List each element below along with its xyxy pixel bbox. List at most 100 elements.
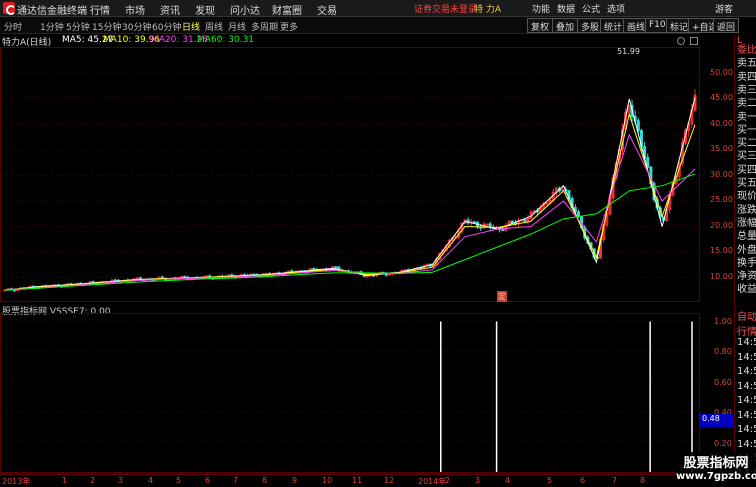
sidebar-time: 14:50 [737,380,756,392]
menu-function[interactable]: 功能 [532,2,550,15]
ma-line-ma5 [4,97,696,291]
y-tick-label: 35.00 [710,144,733,153]
candle-body [472,221,476,224]
sub-y-tick-label: 0.80 [714,347,732,357]
ma-line-ma10 [4,112,696,291]
period-5min[interactable]: 5分钟 [66,20,90,33]
y-tick-label: 50.00 [710,67,733,77]
candle-body [183,276,187,279]
y-tick-label: 15.00 [710,246,733,255]
adjust-button[interactable]: 复权 [527,18,554,33]
y-tick-label: 25.00 [710,195,733,204]
candle-body [135,277,139,280]
menu-news[interactable]: 资讯 [160,2,180,17]
current-stock: 特 力A [474,5,502,15]
x-tick-label: 6 [580,476,586,485]
menu-market[interactable]: 市场 [125,2,145,17]
sidebar-field: 收益 [737,284,756,296]
watermark-title: 股票指标网 [683,456,749,471]
y-tick-label: 40.00 [710,118,733,128]
period-60min[interactable]: 60分钟 [152,20,181,33]
app-title: 通达信金融终端 [17,6,87,17]
settings-icon[interactable] [677,37,685,45]
login-notice[interactable]: 证券交易未登录 [414,2,477,15]
x-tick-label: 6 [205,476,211,485]
x-tick-label: 10 [322,476,333,485]
candle-body [545,202,549,205]
period-15min[interactable]: 15分钟 [92,20,121,33]
period-multi[interactable]: 多周期 [251,20,278,33]
menu-guest[interactable]: 游客 [715,2,733,15]
indicator-panel[interactable] [0,313,700,473]
menu-data[interactable]: 数据 [557,2,575,15]
candle-body [523,219,527,222]
period-more[interactable]: 更多 [280,20,298,33]
candle-body [312,268,316,271]
y-tick-label: 20.00 [710,220,733,230]
x-tick-label: 2014年 [418,477,447,486]
menu-ask[interactable]: 问小达 [230,2,260,17]
x-tick-label: 8 [640,476,646,485]
app-logo-icon [3,2,16,15]
sidebar-time: 14:50 [737,337,756,348]
candle-body [485,223,489,226]
x-tick-label: 5 [176,476,182,485]
sidebar-time: 行情 [737,326,756,338]
sidebar-time: 14:50 [737,424,756,435]
menu-quotes[interactable]: 行情 [90,2,110,17]
back-button[interactable]: 返回 [713,18,740,33]
period-monthly[interactable]: 月线 [228,20,246,33]
period-intraday[interactable]: 分时 [4,20,22,33]
x-axis: 2013年 1 2 3 4 5 6 7 8 9 10 11 12 2014年 2 3 4 5 6 7 8 [0,474,756,487]
x-tick-label: 7 [233,476,239,485]
x-tick-label: 12 [384,476,395,485]
ma60-label: MA60: 30.31 [197,35,255,45]
ma-line-ma60 [4,173,696,291]
x-tick-label: 4 [505,476,511,485]
sidebar-time: 14:56 [737,438,756,450]
sub-y-tick-label: 0.60 [714,377,732,387]
x-tick-label: 9 [292,476,298,485]
candle-body [510,220,514,224]
indicator-chart[interactable] [1,314,699,472]
period-1min[interactable]: 1分钟 [40,20,64,33]
x-tick-label: 2013年 [2,477,31,486]
x-tick-label: 1 [62,476,68,485]
x-tick-label: 2 [90,476,96,485]
period-30min[interactable]: 30分钟 [122,20,151,33]
sub-y-tick-label: 1.00 [714,316,732,326]
x-tick-label: 2 [445,476,451,485]
current-value-box: 0.48 [700,414,734,427]
menu-trade[interactable]: 交易 [317,2,337,17]
y-tick-label: 10.00 [710,271,733,281]
x-tick-label: 5 [547,476,553,485]
event-marker[interactable]: 定 [497,291,507,302]
sub-y-tick-label: 0.20 [714,438,732,448]
overlay-button[interactable]: 叠加 [552,18,579,33]
candle-body [636,120,640,132]
period-daily[interactable]: 日线 [182,20,200,33]
candle-body [501,229,505,232]
x-tick-label: 4 [148,476,154,485]
menu-wealth[interactable]: 财富圈 [272,2,302,17]
candle-body [334,266,338,269]
sidebar-time: 14:50 [737,366,756,377]
y-tick-label: 30.00 [710,169,733,179]
sidebar-time: 14:50 [737,395,756,406]
menu-discover[interactable]: 发现 [195,2,215,17]
kline-chart[interactable] [1,48,699,301]
x-tick-label: 8 [262,476,268,485]
x-tick-label: 3 [475,476,481,485]
x-tick-label: 3 [118,476,124,485]
menu-formula[interactable]: 公式 [582,2,600,15]
period-weekly[interactable]: 周线 [205,20,223,33]
y-tick-label: 45.00 [710,93,733,102]
x-tick-label: 11 [352,476,363,485]
ma-line-ma20 [4,133,696,291]
kline-panel[interactable] [0,47,700,302]
x-tick-label: 7 [612,476,618,485]
menu-options[interactable]: 选项 [607,2,625,15]
candle-body [576,211,580,218]
maximize-icon[interactable] [690,37,698,45]
candle-body [646,157,650,168]
